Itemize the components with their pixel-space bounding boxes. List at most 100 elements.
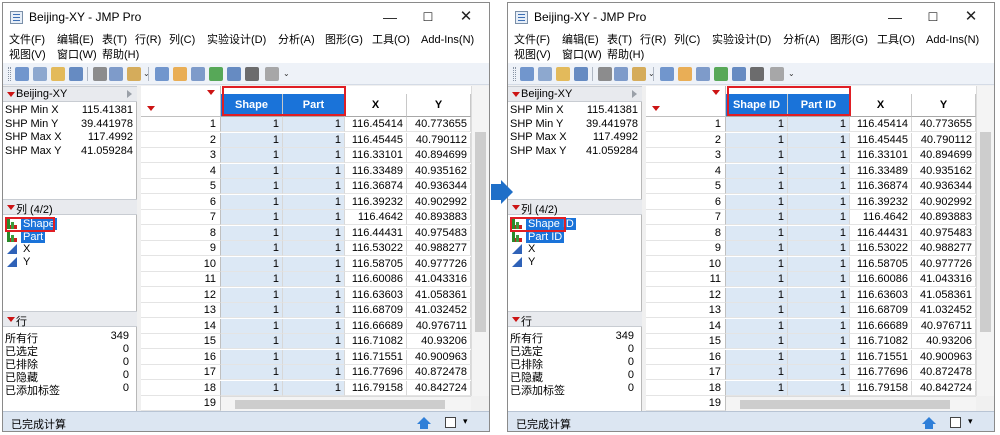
table-cell[interactable]: 1 bbox=[788, 349, 850, 365]
table-cell[interactable]: 116.45445 bbox=[345, 132, 407, 148]
row-number[interactable]: 12 bbox=[646, 287, 726, 303]
vertical-scrollbar[interactable] bbox=[471, 86, 489, 396]
new-data-table-icon[interactable] bbox=[15, 67, 29, 81]
grid-corner[interactable] bbox=[141, 86, 221, 117]
new-table-icon[interactable] bbox=[155, 67, 169, 81]
row-number[interactable]: 12 bbox=[141, 287, 221, 303]
table-cell[interactable]: 1 bbox=[726, 179, 788, 194]
table-cell[interactable]: 1 bbox=[283, 365, 345, 380]
red-triangle-menu-icon[interactable] bbox=[512, 317, 520, 322]
copy-icon[interactable] bbox=[614, 67, 628, 81]
table-cell[interactable]: 1 bbox=[283, 256, 345, 272]
maximize-button[interactable]: ☐ bbox=[413, 7, 443, 27]
home-icon[interactable] bbox=[922, 417, 936, 429]
row-number[interactable]: 5 bbox=[141, 179, 221, 194]
table-cell[interactable]: 1 bbox=[283, 303, 345, 318]
table-cell[interactable]: 41.058361 bbox=[407, 287, 471, 303]
row-number[interactable]: 7 bbox=[646, 210, 726, 225]
column-header[interactable]: Y bbox=[912, 94, 976, 117]
table-cell[interactable]: 1 bbox=[283, 132, 345, 148]
tabulate-icon[interactable] bbox=[696, 67, 710, 81]
table-cell[interactable]: 1 bbox=[788, 334, 850, 349]
table-cell[interactable]: 40.893883 bbox=[912, 210, 976, 225]
table-cell[interactable]: 40.894699 bbox=[912, 148, 976, 163]
table-cell[interactable]: 116.60086 bbox=[850, 272, 912, 287]
table-cell[interactable]: 1 bbox=[788, 365, 850, 380]
horizontal-scroll-thumb[interactable] bbox=[740, 400, 950, 409]
table-cell[interactable]: 40.872478 bbox=[912, 365, 976, 380]
table-cell[interactable]: 40.93206 bbox=[912, 334, 976, 349]
table-cell[interactable]: 1 bbox=[726, 241, 788, 256]
column-header[interactable]: Part ID bbox=[788, 94, 850, 117]
menu-item[interactable]: 实验设计(D) bbox=[207, 33, 266, 47]
save-icon[interactable] bbox=[574, 67, 588, 81]
menu-item[interactable]: 列(C) bbox=[674, 33, 700, 47]
table-cell[interactable]: 1 bbox=[283, 334, 345, 349]
paste-icon[interactable] bbox=[632, 67, 646, 81]
table-cell[interactable]: 116.71082 bbox=[345, 334, 407, 349]
table-cell[interactable]: 1 bbox=[788, 210, 850, 225]
table-cell[interactable]: 1 bbox=[221, 380, 283, 396]
table-cell[interactable]: 1 bbox=[788, 256, 850, 272]
row-number[interactable]: 10 bbox=[646, 256, 726, 272]
horizontal-scrollbar[interactable] bbox=[726, 396, 976, 411]
table-cell[interactable]: 1 bbox=[788, 241, 850, 256]
menu-item[interactable]: 表(T) bbox=[607, 33, 632, 47]
columns-panel-header[interactable]: 列 (4/2) bbox=[3, 199, 137, 216]
script-editor-icon[interactable] bbox=[265, 67, 279, 81]
data-grid-icon[interactable] bbox=[173, 67, 187, 81]
formula-icon[interactable] bbox=[732, 67, 746, 81]
close-button[interactable]: ✕ bbox=[956, 7, 986, 27]
table-cell[interactable]: 1 bbox=[788, 132, 850, 148]
red-triangle-menu-icon[interactable] bbox=[512, 92, 520, 97]
grid-corner[interactable] bbox=[646, 86, 726, 117]
row-number[interactable]: 3 bbox=[141, 148, 221, 163]
table-cell[interactable]: 40.988277 bbox=[912, 241, 976, 256]
table-cell[interactable]: 1 bbox=[221, 148, 283, 163]
toolbar-overflow-icon[interactable]: ⌄ bbox=[648, 69, 655, 78]
row-number[interactable]: 13 bbox=[141, 303, 221, 318]
row-number[interactable]: 8 bbox=[141, 225, 221, 241]
row-number[interactable]: 7 bbox=[141, 210, 221, 225]
table-cell[interactable]: 1 bbox=[726, 272, 788, 287]
menu-item[interactable]: 编辑(E) bbox=[562, 33, 599, 47]
table-cell[interactable]: 40.842724 bbox=[407, 380, 471, 396]
menu-item[interactable]: 分析(A) bbox=[783, 33, 820, 47]
table-cell[interactable]: 1 bbox=[283, 349, 345, 365]
toolbar-overflow-icon[interactable]: ⌄ bbox=[788, 69, 795, 78]
window-list-icon[interactable] bbox=[950, 417, 961, 428]
table-cell[interactable]: 1 bbox=[726, 349, 788, 365]
arrow-icon[interactable] bbox=[245, 67, 259, 81]
formula-icon[interactable] bbox=[227, 67, 241, 81]
table-cell[interactable]: 1 bbox=[726, 132, 788, 148]
table-cell[interactable]: 40.773655 bbox=[912, 117, 976, 132]
table-cell[interactable]: 40.842724 bbox=[912, 380, 976, 396]
menu-item[interactable]: 分析(A) bbox=[278, 33, 315, 47]
table-cell[interactable]: 116.44431 bbox=[850, 225, 912, 241]
row-number[interactable]: 9 bbox=[646, 241, 726, 256]
vertical-scroll-thumb[interactable] bbox=[475, 132, 486, 332]
table-cell[interactable]: 1 bbox=[726, 256, 788, 272]
table-cell[interactable]: 41.043316 bbox=[912, 272, 976, 287]
menu-item[interactable]: 窗口(W) bbox=[57, 48, 97, 62]
table-cell[interactable]: 116.33101 bbox=[850, 148, 912, 163]
table-cell[interactable]: 1 bbox=[221, 225, 283, 241]
table-cell[interactable]: 116.79158 bbox=[345, 380, 407, 396]
table-cell[interactable]: 1 bbox=[221, 318, 283, 334]
table-cell[interactable]: 41.058361 bbox=[912, 287, 976, 303]
table-cell[interactable]: 116.71551 bbox=[850, 349, 912, 365]
table-cell[interactable]: 116.45414 bbox=[850, 117, 912, 132]
toolbar-grip[interactable] bbox=[8, 67, 11, 81]
close-button[interactable]: ✕ bbox=[451, 7, 481, 27]
table-cell[interactable]: 1 bbox=[726, 303, 788, 318]
table-cell[interactable]: 116.39232 bbox=[345, 194, 407, 210]
table-cell[interactable]: 40.902992 bbox=[912, 194, 976, 210]
arrow-icon[interactable] bbox=[750, 67, 764, 81]
row-number[interactable]: 14 bbox=[646, 318, 726, 334]
table-cell[interactable]: 116.77696 bbox=[345, 365, 407, 380]
column-header[interactable]: X bbox=[850, 94, 912, 117]
table-cell[interactable]: 1 bbox=[726, 318, 788, 334]
vertical-scrollbar[interactable] bbox=[976, 86, 994, 396]
table-cell[interactable]: 1 bbox=[726, 287, 788, 303]
row-number[interactable]: 11 bbox=[646, 272, 726, 287]
